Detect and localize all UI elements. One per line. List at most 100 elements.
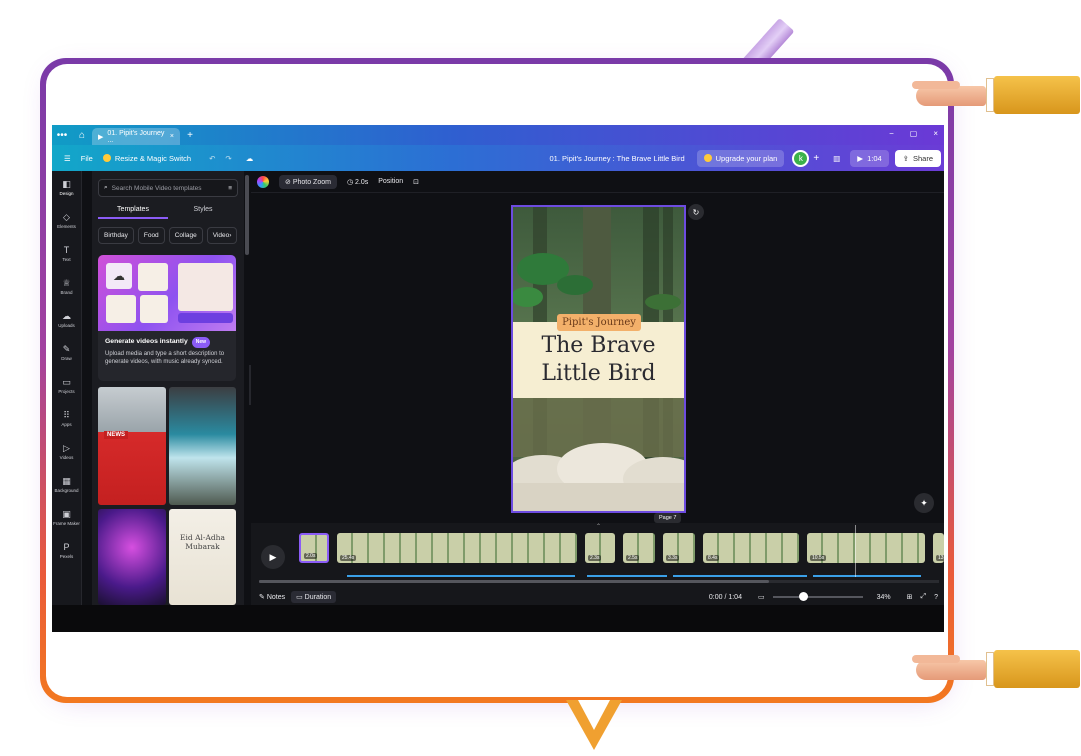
rail-item-frame-maker[interactable]: ▣ Frame Maker <box>52 501 81 534</box>
chip-birthday[interactable]: Birthday <box>98 227 134 244</box>
template-thumb-eid[interactable]: Eid Al-Adha Mubarak <box>169 509 236 605</box>
audio-track[interactable] <box>673 575 807 577</box>
canva-app-window: ••• ⌂ ▶ 01. Pipit's Journey ... × + − ▢ … <box>52 125 944 632</box>
close-window-button[interactable]: × <box>933 129 938 138</box>
panel-scrollbar[interactable] <box>245 175 249 255</box>
hand-bottom-decoration <box>910 650 1080 688</box>
editor-toolbar: ☰ File Resize & Magic Switch ↶ ↷ ☁ 01. P… <box>52 145 944 171</box>
timeline-clip[interactable]: 2.5s <box>623 533 655 563</box>
rotate-icon[interactable]: ↻ <box>688 204 704 220</box>
rail-item-draw[interactable]: ✎ Draw <box>52 336 81 369</box>
cloud-save-icon[interactable]: ☁ <box>246 154 254 163</box>
duration-toggle[interactable]: ▭ Duration <box>291 591 337 603</box>
design-title[interactable]: The Brave Little Bird <box>513 332 684 388</box>
rail-item-elements[interactable]: ◇ Elements <box>52 204 81 237</box>
timeline-clip[interactable]: 3.3s <box>663 533 695 563</box>
insights-icon[interactable]: ▥ <box>833 154 840 163</box>
chip-food[interactable]: Food <box>137 227 165 244</box>
elements-icon: ◇ <box>63 212 70 222</box>
template-thumb-phone[interactable] <box>169 387 236 505</box>
hamburger-menu-icon[interactable]: ☰ <box>64 154 71 163</box>
grid-view-icon[interactable]: ⊞ <box>907 593 913 601</box>
template-thumb-neon[interactable] <box>98 509 166 605</box>
redo-button[interactable]: ↷ <box>225 154 231 163</box>
collapse-timeline-icon[interactable]: ⌃ <box>596 523 601 530</box>
timeline-clip[interactable]: 2.3s <box>585 533 615 563</box>
rail-item-uploads[interactable]: ☁ Uploads <box>52 303 81 336</box>
template-search-input[interactable]: ⌕ Search Mobile Video templates ≡ <box>98 179 238 197</box>
color-picker-icon[interactable] <box>257 175 269 188</box>
upgrade-plan-button[interactable]: Upgrade your plan <box>696 149 785 167</box>
chip-collage[interactable]: Collage <box>168 227 203 244</box>
design-artboard[interactable]: Pipit's Journey The Brave Little Bird <box>511 205 686 513</box>
duration-icon: ▭ <box>296 594 305 601</box>
play-icon: ▶ <box>857 153 864 163</box>
maximize-button[interactable]: ▢ <box>910 129 918 138</box>
timeline-clip[interactable]: 13 <box>933 533 944 563</box>
rail-item-brand[interactable]: ♕ Brand <box>52 270 81 303</box>
timeline-clip[interactable]: 2.0s <box>299 533 329 563</box>
rail-item-apps[interactable]: ⠿ Apps <box>52 402 81 435</box>
generate-videos-card[interactable]: ☁ Generate videos instantly New Upload me… <box>98 255 236 381</box>
brand-icon: ♕ <box>62 278 71 288</box>
audio-track[interactable] <box>587 575 667 577</box>
play-button[interactable]: ▶ 1:04 <box>850 149 889 167</box>
browser-tab[interactable]: ▶ 01. Pipit's Journey ... × <box>92 128 180 145</box>
rail-item-design[interactable]: ◧ Design <box>52 171 81 204</box>
tab-templates[interactable]: Templates <box>98 201 168 219</box>
context-toolbar: ⊘ Photo Zoom ◷ 2.0s Position ⊡ <box>251 171 944 193</box>
close-tab-icon[interactable]: × <box>170 133 174 140</box>
file-menu[interactable]: File <box>81 154 93 163</box>
zoom-slider-knob[interactable] <box>798 592 808 601</box>
timeline-scrollbar[interactable] <box>259 580 939 583</box>
pexels-icon: P <box>63 542 70 552</box>
zoom-slider[interactable] <box>772 592 863 601</box>
minimize-button[interactable]: − <box>889 129 894 138</box>
subtitle-pill[interactable]: Pipit's Journey <box>557 314 641 331</box>
timeline-clip[interactable]: 8.4s <box>703 533 799 563</box>
chip-video[interactable]: Video› <box>206 227 238 244</box>
undo-button[interactable]: ↶ <box>209 154 215 163</box>
menu-dots-icon[interactable]: ••• <box>52 130 72 141</box>
rail-item-pexels[interactable]: P Pexels <box>52 534 81 567</box>
clock-icon: ◷ <box>346 178 356 186</box>
uploads-icon: ☁ <box>62 311 71 321</box>
projects-icon: ▭ <box>62 377 71 387</box>
timeline-clip[interactable]: 25.4s <box>337 533 577 563</box>
new-tab-button[interactable]: + <box>180 130 200 141</box>
rail-item-videos[interactable]: ▷ Videos <box>52 435 81 468</box>
position-button[interactable]: Position <box>378 178 403 185</box>
rail-item-background[interactable]: ▦ Background <box>52 468 81 501</box>
chevron-right-icon: › <box>229 232 232 239</box>
home-icon[interactable]: ⌂ <box>72 130 92 141</box>
duration-button[interactable]: ◷ 2.0s <box>347 178 368 186</box>
user-avatar[interactable]: k <box>792 149 810 167</box>
help-icon[interactable]: ? <box>934 594 938 601</box>
news-label: NEWS <box>104 431 128 439</box>
zoom-level[interactable]: 34% <box>877 594 891 601</box>
tab-styles[interactable]: Styles <box>168 201 238 219</box>
document-title[interactable]: 01. Pipit's Journey : The Brave Little B… <box>550 154 685 163</box>
lock-icon[interactable]: ⊡ <box>413 178 419 186</box>
photo-zoom-button[interactable]: ⊘ Photo Zoom <box>279 174 337 189</box>
share-button[interactable]: ⇪ Share <box>894 149 941 167</box>
audio-track[interactable] <box>347 575 575 577</box>
resize-magic-switch-button[interactable]: Resize & Magic Switch <box>102 154 191 163</box>
apps-icon: ⠿ <box>63 410 70 420</box>
rail-item-label: Text <box>62 257 71 262</box>
template-thumb-news[interactable]: NEWS <box>98 387 166 505</box>
rail-item-label: Draw <box>61 356 72 361</box>
search-icon: ⌕ <box>104 184 108 191</box>
fullscreen-icon[interactable]: ⤢ <box>920 593 926 601</box>
rail-item-text[interactable]: T Text <box>52 237 81 270</box>
audio-track[interactable] <box>813 575 921 577</box>
timeline-play-button[interactable]: ▶ <box>261 545 285 569</box>
rail-item-projects[interactable]: ▭ Projects <box>52 369 81 402</box>
status-bar: ✎ Notes ▭ Duration 0:00 / 1:04 ▭ 34% ⊞ ⤢… <box>251 589 944 605</box>
magic-sparkle-icon[interactable]: ✦ <box>914 493 934 513</box>
timeline-clip[interactable]: 10.5s <box>807 533 925 563</box>
fit-screen-icon[interactable]: ▭ <box>758 593 765 601</box>
add-collaborator-button[interactable]: + <box>813 153 819 164</box>
notes-button[interactable]: ✎ Notes <box>259 593 285 601</box>
filter-icon[interactable]: ≡ <box>228 185 232 192</box>
